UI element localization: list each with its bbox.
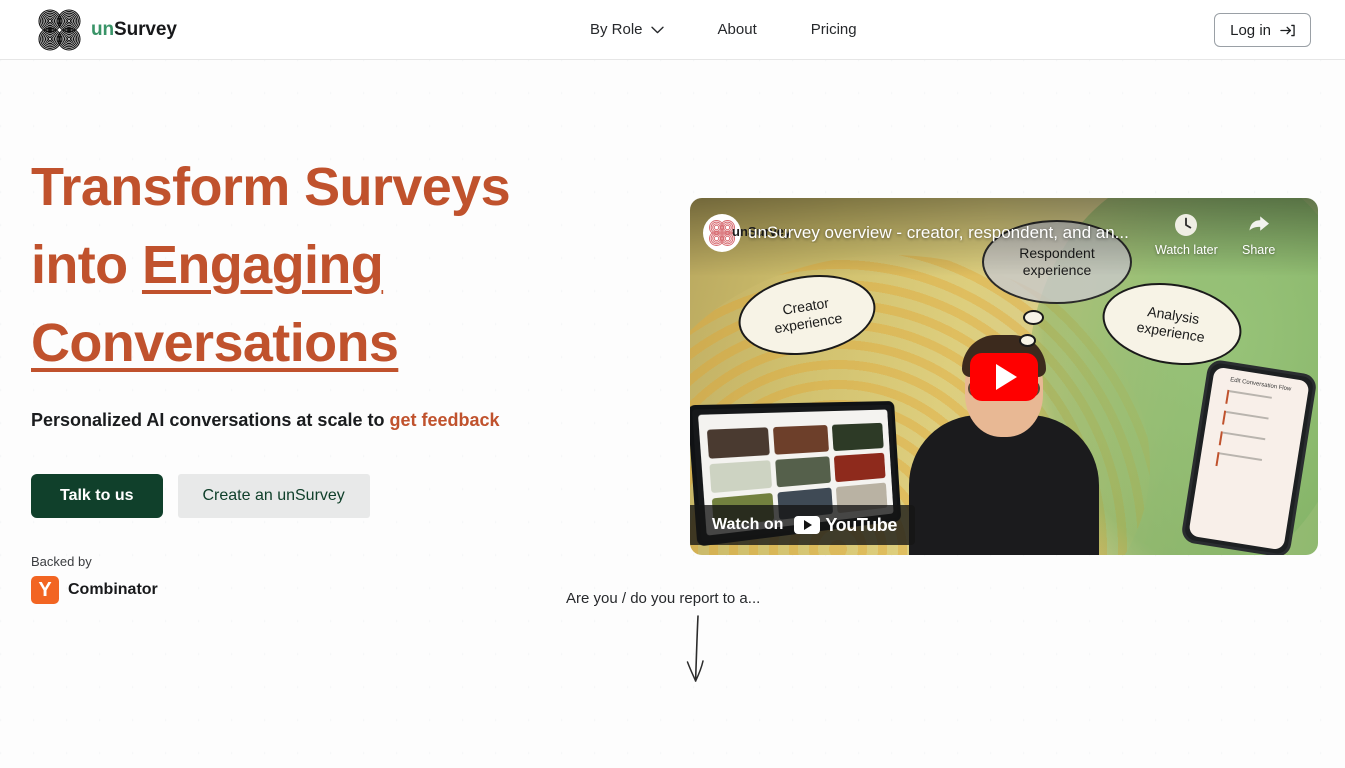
share-button[interactable]: Share xyxy=(1242,212,1275,257)
thought-bubble-creator-text: Creator experience xyxy=(773,294,844,337)
youtube-video-embed[interactable]: Edit Conversation Flow Respondentexperie… xyxy=(690,198,1318,555)
thought-bubble-analysis-text: Analysis experience xyxy=(1135,303,1206,346)
flow-node xyxy=(1218,431,1285,456)
ycombinator-badge: Y Combinator xyxy=(31,576,158,604)
hero-subheading: Personalized AI conversations at scale t… xyxy=(31,410,500,431)
login-button-label: Log in xyxy=(1230,21,1271,39)
template-thumbnail xyxy=(832,422,884,452)
hand-drawn-down-arrow-icon xyxy=(686,615,704,682)
ycombinator-y-icon: Y xyxy=(31,576,59,604)
nav-label-about: About xyxy=(717,21,757,38)
thought-bubble-dot xyxy=(1023,310,1044,325)
login-arrow-icon xyxy=(1280,24,1295,36)
youtube-play-badge-icon xyxy=(794,516,821,534)
flow-node xyxy=(1222,410,1288,435)
youtube-logo: YouTube xyxy=(794,515,897,536)
login-button[interactable]: Log in xyxy=(1214,13,1311,47)
clock-icon xyxy=(1175,214,1198,236)
watch-later-label: Watch later xyxy=(1155,243,1218,257)
brand-suffix: Survey xyxy=(114,19,177,40)
template-thumbnail xyxy=(772,424,830,455)
site-header: unSurvey By Role About Pricing Log in xyxy=(0,0,1345,60)
hero-cta-row: Talk to us Create an unSurvey xyxy=(31,474,370,518)
video-title[interactable]: unSurvey overview - creator, respondent,… xyxy=(748,223,1158,243)
subheading-accent: get feedback xyxy=(389,410,500,430)
nav-label-pricing: Pricing xyxy=(810,21,857,38)
nav-label-by-role: By Role xyxy=(590,21,643,38)
share-arrow-icon xyxy=(1249,216,1269,231)
backed-by-label: Backed by xyxy=(31,554,92,569)
play-button[interactable] xyxy=(970,352,1038,401)
chevron-down-icon xyxy=(650,26,664,33)
template-thumbnail xyxy=(834,452,886,483)
template-thumbnail xyxy=(774,456,832,488)
brand-logo[interactable]: unSurvey xyxy=(38,9,177,51)
create-unsurvey-button[interactable]: Create an unSurvey xyxy=(177,474,370,518)
template-thumbnail xyxy=(706,427,770,459)
flow-node xyxy=(1225,389,1291,414)
thought-bubble-dot xyxy=(1019,334,1036,347)
headline-line-2-plain: into xyxy=(31,235,142,295)
ycombinator-name: Combinator xyxy=(68,581,158,598)
nav-item-about[interactable]: About xyxy=(704,15,771,44)
headline-line-1: Transform Surveys xyxy=(31,157,511,217)
landing-page: unSurvey By Role About Pricing Log in Tr… xyxy=(0,0,1345,768)
main-navigation: By Role About Pricing xyxy=(576,0,871,59)
headline-line-3-underlined: Conversations xyxy=(31,313,399,373)
nav-item-pricing[interactable]: Pricing xyxy=(797,15,871,44)
share-label: Share xyxy=(1242,243,1276,257)
youtube-wordmark: YouTube xyxy=(825,514,897,535)
brand-prefix: un xyxy=(91,19,115,40)
brand-wordmark: unSurvey xyxy=(91,19,177,41)
talk-to-us-button[interactable]: Talk to us xyxy=(31,474,163,518)
scroll-prompt-text: Are you / do you report to a... xyxy=(566,590,761,607)
watch-later-button[interactable]: Watch later xyxy=(1155,212,1218,257)
watch-on-youtube-button[interactable]: Watch on YouTube xyxy=(690,505,915,545)
watch-on-label: Watch on xyxy=(712,516,784,533)
nav-item-by-role[interactable]: By Role xyxy=(576,15,678,44)
headline-line-2-underlined: Engaging xyxy=(141,235,384,295)
page-title: Transform Surveys into Engaging Conversa… xyxy=(31,148,651,382)
backed-by-section: Backed by Y Combinator xyxy=(31,554,158,604)
flow-node xyxy=(1215,452,1281,476)
subheading-plain: Personalized AI conversations at scale t… xyxy=(31,410,390,430)
phone-screen: Edit Conversation Flow xyxy=(1188,366,1310,551)
unsurvey-concentric-circles-logo xyxy=(38,9,81,51)
template-thumbnail xyxy=(709,460,772,494)
